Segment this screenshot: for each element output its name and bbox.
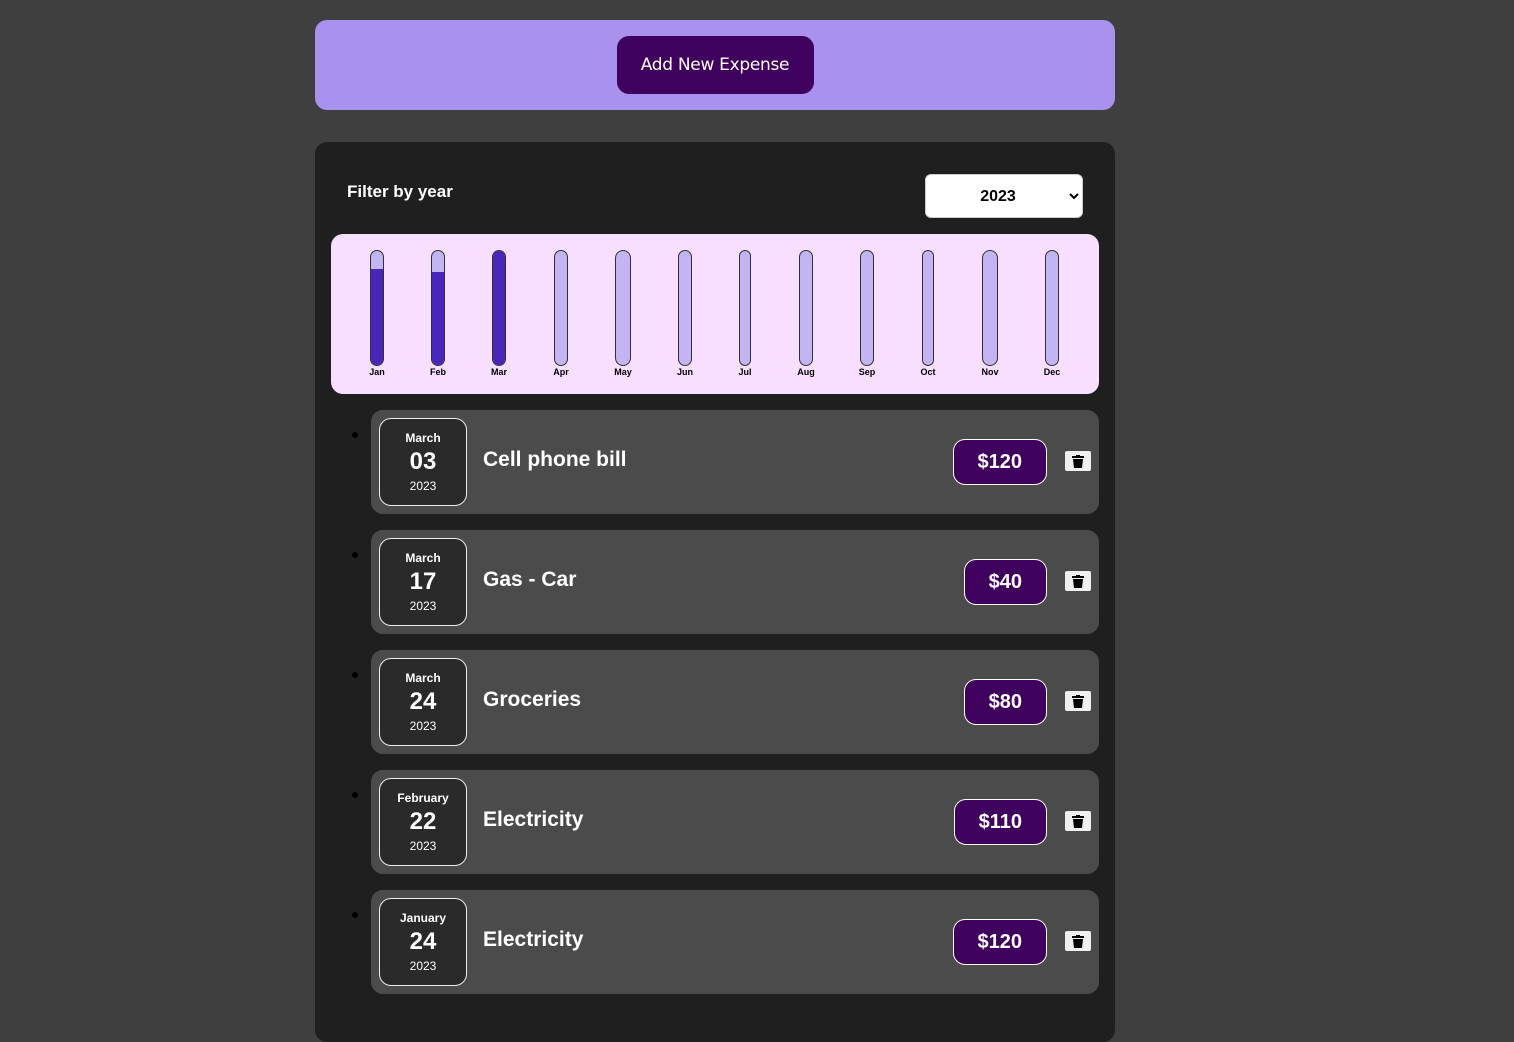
list-bullet <box>352 912 358 918</box>
expense-title: Groceries <box>483 688 582 711</box>
list-bullet <box>352 432 358 438</box>
new-expense-panel: Add New Expense <box>315 20 1115 110</box>
bar-track <box>982 250 998 366</box>
chart-bar-sep: Sep <box>852 250 882 377</box>
expense-title: Electricity <box>483 808 584 831</box>
delete-button[interactable] <box>1065 571 1091 591</box>
expense-year: 2023 <box>409 599 437 613</box>
expenses-chart: Jan Feb Mar Apr May Jun Jul Aug Sep Oct Nov Dec <box>331 234 1099 394</box>
chart-bar-apr: Apr <box>546 250 576 377</box>
bar-track <box>615 250 631 366</box>
expense-day: 24 <box>409 688 437 715</box>
bar-label: May <box>614 367 632 377</box>
bar-label: Jan <box>369 367 385 377</box>
delete-button[interactable] <box>1065 811 1091 831</box>
expense-date: January 24 2023 <box>379 898 467 986</box>
expense-item: February 22 2023 Electricity $110 <box>352 770 1099 874</box>
year-select[interactable]: 2023 <box>925 174 1083 218</box>
add-new-expense-button[interactable]: Add New Expense <box>616 36 814 94</box>
trash-icon <box>1072 934 1084 948</box>
expense-date: March 03 2023 <box>379 418 467 506</box>
trash-icon <box>1072 574 1084 588</box>
chart-bar-may: May <box>608 250 638 377</box>
expense-year: 2023 <box>409 719 437 733</box>
delete-button[interactable] <box>1065 451 1091 471</box>
bar-track <box>431 250 445 366</box>
expenses-card: Filter by year 2023 Jan Feb Mar Apr May Jun Ju… <box>315 142 1115 1042</box>
bar-label: Mar <box>490 367 507 377</box>
bar-fill <box>493 251 505 365</box>
bar-track <box>739 250 751 366</box>
chart-bar-feb: Feb <box>423 250 453 377</box>
expense-month: March <box>405 671 441 685</box>
chart-bar-oct: Oct <box>913 250 943 377</box>
bar-label: Jun <box>676 367 693 377</box>
chart-bar-jan: Jan <box>362 250 392 377</box>
chart-bar-mar: Mar <box>484 250 514 377</box>
bar-track <box>492 250 506 366</box>
expense-month: January <box>399 911 447 925</box>
bar-label: Sep <box>858 367 876 377</box>
trash-icon <box>1072 694 1084 708</box>
bar-track <box>370 250 384 366</box>
expense-item: March 17 2023 Gas - Car $40 <box>352 530 1099 634</box>
expense-amount: $120 <box>952 919 1047 965</box>
expense-month: February <box>397 791 449 805</box>
chart-bar-nov: Nov <box>975 250 1005 377</box>
expense-amount: $120 <box>952 439 1047 485</box>
bar-fill <box>432 271 444 365</box>
chart-bar-jul: Jul <box>730 250 760 377</box>
bar-label: Jul <box>738 367 752 377</box>
expense-year: 2023 <box>409 479 437 493</box>
list-bullet <box>352 552 358 558</box>
expense-month: March <box>405 551 441 565</box>
expense-title: Gas - Car <box>483 568 577 591</box>
expense-title: Electricity <box>483 928 584 951</box>
expense-date: February 22 2023 <box>379 778 467 866</box>
bar-label: Apr <box>553 367 569 377</box>
bar-label: Oct <box>920 367 936 377</box>
expense-amount: $80 <box>963 679 1047 725</box>
expense-title: Cell phone bill <box>483 448 627 471</box>
expense-amount: $110 <box>953 799 1047 845</box>
bar-label: Aug <box>797 367 815 377</box>
trash-icon <box>1072 814 1084 828</box>
bar-label: Dec <box>1043 367 1061 377</box>
expense-amount: $40 <box>963 559 1047 605</box>
expense-day: 03 <box>409 448 437 475</box>
expense-date: March 17 2023 <box>379 538 467 626</box>
expense-day: 22 <box>409 808 437 835</box>
chart-bar-jun: Jun <box>670 250 700 377</box>
bar-track <box>1045 250 1059 366</box>
expense-item: January 24 2023 Electricity $120 <box>352 890 1099 994</box>
expense-year: 2023 <box>409 959 437 973</box>
expense-item: March 03 2023 Cell phone bill $120 <box>352 410 1099 514</box>
expense-date: March 24 2023 <box>379 658 467 746</box>
list-bullet <box>352 672 358 678</box>
bar-track <box>799 250 813 366</box>
filter-label: Filter by year <box>347 182 453 201</box>
list-bullet <box>352 792 358 798</box>
bar-label: Feb <box>429 367 446 377</box>
bar-track <box>678 250 692 366</box>
expense-month: March <box>405 431 441 445</box>
bar-label: Nov <box>981 367 999 377</box>
bar-fill <box>371 269 383 365</box>
trash-icon <box>1072 454 1084 468</box>
delete-button[interactable] <box>1065 931 1091 951</box>
bar-track <box>922 250 934 366</box>
expense-day: 17 <box>409 568 437 595</box>
expense-day: 24 <box>409 928 437 955</box>
chart-bar-dec: Dec <box>1037 250 1067 377</box>
expense-year: 2023 <box>409 839 437 853</box>
bar-track <box>554 250 568 366</box>
chart-bar-aug: Aug <box>791 250 821 377</box>
bar-track <box>860 250 874 366</box>
delete-button[interactable] <box>1065 691 1091 711</box>
expense-item: March 24 2023 Groceries $80 <box>352 650 1099 754</box>
